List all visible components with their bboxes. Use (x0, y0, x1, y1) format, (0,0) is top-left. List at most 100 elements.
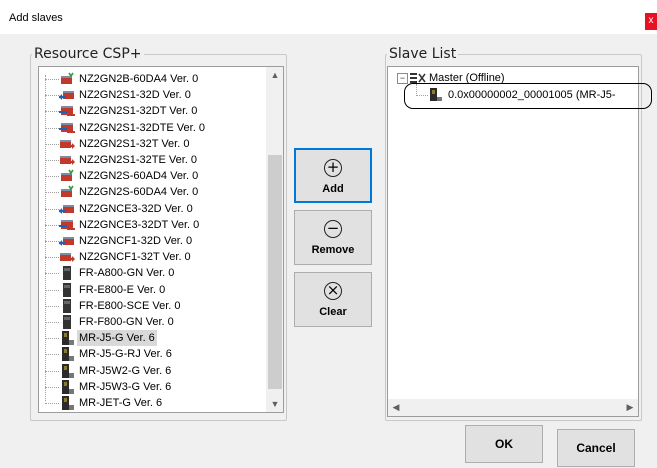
servo-amplifier-icon (62, 331, 74, 346)
tree-connector (45, 176, 59, 178)
tree-connector (45, 403, 59, 404)
resource-tree-item[interactable]: NZ2GN2S1-32DT Ver. 0 (39, 103, 267, 119)
resource-tree-item[interactable]: NZ2GN2S1-32DTE Ver. 0 (39, 120, 267, 136)
resource-tree-item[interactable]: FR-E800-E Ver. 0 (39, 282, 267, 298)
resource-tree-item[interactable]: FR-E800-SCE Ver. 0 (39, 298, 267, 314)
analog-module-icon (61, 185, 74, 198)
resource-tree-item[interactable]: NZ2GN2B-60DA4 Ver. 0 (39, 71, 267, 87)
title-bar: Add slaves x (0, 0, 657, 34)
resource-tree-item[interactable]: NZ2GN2S1-32TE Ver. 0 (39, 152, 267, 168)
remove-button-label: Remove (311, 244, 355, 256)
tree-connector (45, 208, 59, 210)
inverter-icon (63, 298, 71, 313)
resource-item-label: NZ2GN2S-60DA4 Ver. 0 (79, 186, 199, 199)
analog-module-icon (61, 169, 74, 182)
resource-tree-item[interactable]: NZ2GNCE3-32DT Ver. 0 (39, 217, 267, 233)
analog-module-icon (61, 72, 74, 84)
tree-connector (45, 305, 59, 307)
resource-tree-item[interactable]: NZ2GN2S-60DA4 Ver. 0 (39, 184, 267, 200)
output-module-icon (60, 139, 75, 149)
tree-connector (45, 241, 59, 242)
resource-item-label: NZ2GN2B-60DA4 Ver. 0 (79, 73, 199, 85)
input-module-icon (59, 237, 74, 246)
tree-connector (45, 338, 59, 340)
tree-connector (45, 127, 59, 129)
tree-connector (45, 386, 59, 388)
resource-item-label: NZ2GN2S1-32DTE Ver. 0 (79, 121, 205, 134)
servo-amplifier-icon (62, 363, 74, 378)
resource-tree-item[interactable]: MR-JET-G Ver. 6 (39, 395, 267, 411)
inverter-icon (63, 315, 71, 329)
resource-tree-item[interactable]: FR-F800-GN Ver. 0 (39, 314, 267, 330)
resource-item-label: NZ2GN2S1-32TE Ver. 0 (79, 154, 197, 166)
io-module-icon (59, 219, 75, 230)
resource-csp-legend: Resource CSP+ (34, 46, 142, 62)
close-button[interactable]: x (645, 13, 657, 30)
tree-connector (45, 354, 59, 356)
resource-tree-item[interactable]: MR-J5-G-RJ Ver. 6 (39, 346, 267, 362)
tree-connector (45, 322, 59, 323)
window-title: Add slaves (9, 12, 63, 24)
slave-horizontal-scrollbar[interactable]: ◀ ▶ (388, 399, 638, 416)
resource-vertical-scrollbar[interactable]: ▲ ▼ (266, 67, 283, 412)
collapse-toggle-icon[interactable]: − (397, 73, 408, 84)
resource-item-label: NZ2GN2S1-32DT Ver. 0 (79, 105, 198, 118)
tree-connector (45, 160, 59, 161)
plus-circle-icon: + (324, 159, 342, 177)
resource-item-label: MR-J5W3-G Ver. 6 (79, 380, 172, 393)
inverter-icon (63, 282, 71, 297)
resource-item-label: NZ2GNCF1-32T Ver. 0 (79, 251, 191, 264)
resource-item-label: MR-J5-G Ver. 6 (77, 330, 157, 347)
resource-item-label: NZ2GN2S-60AD4 Ver. 0 (79, 170, 199, 183)
resource-item-label: NZ2GNCE3-32DT Ver. 0 (79, 218, 200, 231)
resource-item-label: MR-J5-G-RJ Ver. 6 (79, 348, 172, 361)
resource-tree-item[interactable]: NZ2GNCE3-32D Ver. 0 (39, 201, 267, 217)
scroll-right-arrow-icon[interactable]: ▶ (622, 399, 638, 416)
resource-item-label: FR-A800-GN Ver. 0 (79, 267, 175, 280)
resource-tree-item[interactable]: NZ2GNCF1-32D Ver. 0 (39, 233, 267, 249)
resource-item-label: FR-E800-SCE Ver. 0 (79, 299, 181, 312)
resource-tree-item[interactable]: NZ2GN2S-60AD4 Ver. 0 (39, 168, 267, 184)
remove-button[interactable]: − Remove (294, 210, 372, 265)
tree-connector (45, 143, 59, 145)
input-module-icon (59, 204, 74, 214)
scrollbar-thumb[interactable] (268, 155, 282, 389)
clear-button[interactable]: × Clear (294, 272, 372, 327)
tree-connector (45, 224, 59, 226)
resource-tree-item[interactable]: MR-J5-G Ver. 6 (39, 330, 267, 347)
resource-item-label: MR-JET-G Ver. 6 (79, 397, 163, 409)
resource-item-label: FR-F800-GN Ver. 0 (79, 316, 174, 328)
add-slaves-dialog: Add slaves x Resource CSP+ NZ2GN2B-60DA4… (0, 0, 657, 468)
inverter-icon (63, 266, 71, 281)
minus-circle-icon: − (324, 220, 342, 238)
servo-amplifier-icon (62, 379, 74, 394)
resource-tree-item[interactable]: NZ2GN2S1-32T Ver. 0 (39, 136, 267, 152)
add-button[interactable]: + Add (294, 148, 372, 203)
resource-item-label: MR-J5W2-G Ver. 6 (79, 364, 172, 377)
scroll-left-arrow-icon[interactable]: ◀ (388, 399, 404, 416)
io-module-icon (59, 106, 75, 117)
tree-connector (45, 192, 59, 194)
slave-list-tree[interactable]: − Master (Offline) 0.0x00000002_00001005… (387, 66, 639, 417)
resource-item-label: NZ2GN2S1-32T Ver. 0 (79, 137, 190, 150)
servo-amplifier-icon (62, 347, 74, 362)
tree-connector (45, 257, 59, 259)
io-module-icon (59, 122, 75, 133)
add-button-label: Add (322, 183, 344, 195)
resource-item-label: FR-E800-E Ver. 0 (79, 283, 166, 296)
ok-button[interactable]: OK (465, 425, 543, 463)
scroll-up-arrow-icon[interactable]: ▲ (267, 67, 283, 83)
slave-list-legend: Slave List (389, 46, 457, 62)
scroll-down-arrow-icon[interactable]: ▼ (267, 396, 283, 412)
resource-tree-item[interactable]: MR-J5W3-G Ver. 6 (39, 379, 267, 395)
resource-tree-item[interactable]: NZ2GN2S1-32D Ver. 0 (39, 87, 267, 103)
clear-button-label: Clear (319, 306, 347, 318)
tree-connector (45, 289, 59, 291)
tree-connector (45, 370, 59, 372)
output-module-icon (60, 253, 75, 263)
resource-tree-item[interactable]: NZ2GNCF1-32T Ver. 0 (39, 249, 267, 265)
resource-csp-tree[interactable]: NZ2GN2B-60DA4 Ver. 0 NZ2GN2S1-32D Ver. 0 N… (38, 66, 284, 413)
resource-tree-item[interactable]: FR-A800-GN Ver. 0 (39, 265, 267, 281)
cancel-button[interactable]: Cancel (557, 429, 635, 467)
resource-tree-item[interactable]: MR-J5W2-G Ver. 6 (39, 363, 267, 379)
